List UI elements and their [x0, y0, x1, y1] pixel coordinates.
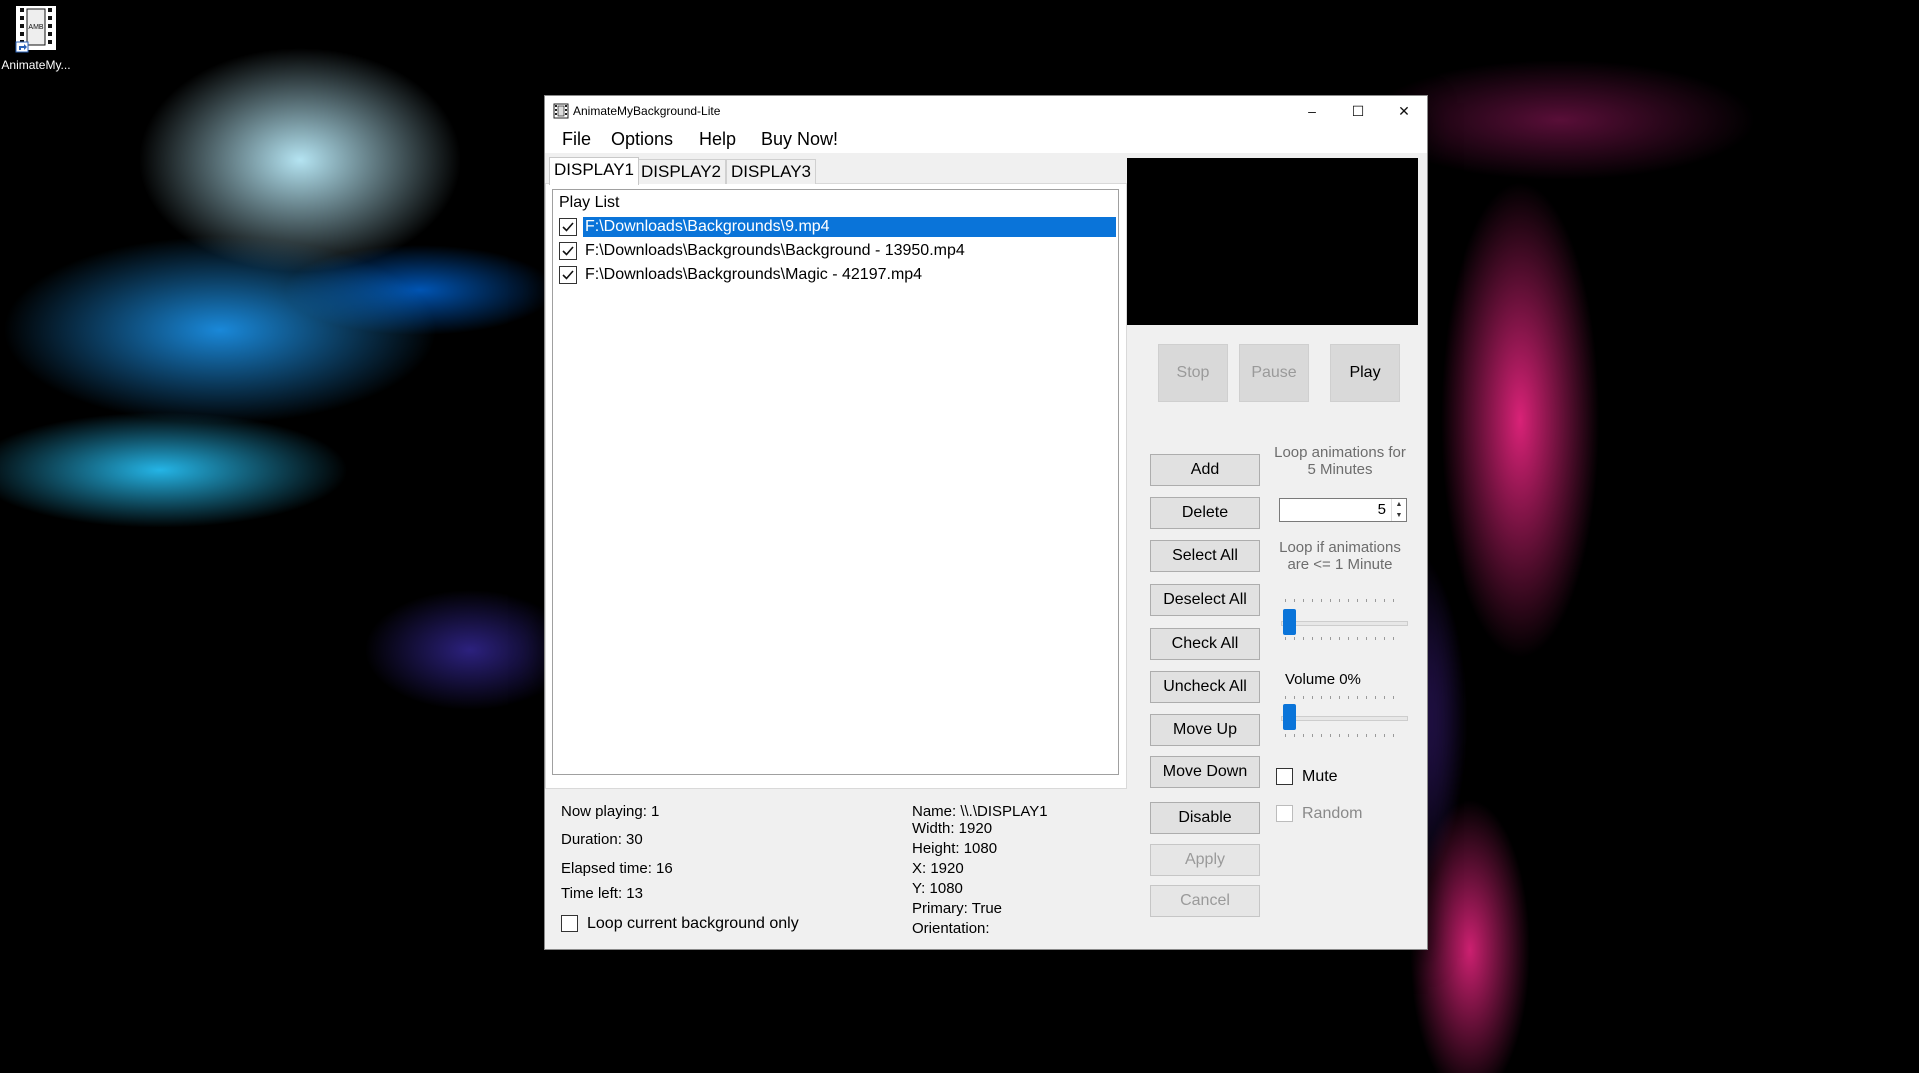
volume-slider[interactable] — [1281, 694, 1408, 744]
display-name-text: Name: \\.\DISPLAY1 — [912, 803, 1048, 820]
elapsed-time-text: Elapsed time: 16 — [561, 860, 673, 877]
tab-display3[interactable]: DISPLAY3 — [726, 159, 817, 184]
spin-arrows-icon[interactable]: ▲ ▼ — [1391, 499, 1406, 521]
loop-for-label-line1: Loop animations for — [1274, 444, 1406, 461]
loop-minutes-spinbox[interactable]: 5 ▲ ▼ — [1279, 498, 1407, 522]
loop-if-slider[interactable] — [1281, 599, 1408, 649]
time-left-text: Time left: 13 — [561, 885, 643, 902]
window-title: AnimateMyBackground-Lite — [573, 104, 721, 118]
check-all-button[interactable]: Check All — [1150, 628, 1260, 660]
slider-ticks — [1285, 637, 1401, 640]
uncheck-all-button[interactable]: Uncheck All — [1150, 671, 1260, 703]
display-primary-text: Primary: True — [912, 900, 1003, 917]
disable-button[interactable]: Disable — [1150, 802, 1260, 834]
playlist-row-checkbox[interactable] — [559, 242, 577, 260]
svg-text:AMB: AMB — [28, 24, 44, 31]
slider-ticks — [1285, 734, 1401, 737]
menu-bar: File Options Help Buy Now! — [545, 126, 1427, 153]
minimize-button[interactable]: – — [1289, 96, 1335, 126]
random-label[interactable]: Random — [1302, 805, 1362, 823]
stop-button[interactable]: Stop — [1158, 344, 1228, 402]
pause-button[interactable]: Pause — [1239, 344, 1309, 402]
maximize-button[interactable]: ☐ — [1335, 96, 1381, 126]
title-bar[interactable]: AnimateMyBackground-Lite – ☐ ✕ — [545, 96, 1427, 126]
loop-current-label[interactable]: Loop current background only — [587, 915, 799, 933]
loop-for-label: Loop animations for 5 Minutes — [1265, 444, 1415, 478]
app-window: AnimateMyBackground-Lite – ☐ ✕ File Opti… — [544, 95, 1428, 950]
playlist-row[interactable]: F:\Downloads\Backgrounds\9.mp4 — [557, 216, 1116, 238]
app-film-icon — [553, 103, 569, 119]
move-down-button[interactable]: Move Down — [1150, 756, 1260, 788]
mute-label[interactable]: Mute — [1302, 768, 1338, 786]
slider-ticks — [1285, 696, 1401, 699]
mute-checkbox[interactable] — [1276, 768, 1293, 785]
slider-ticks — [1285, 599, 1401, 602]
menu-options[interactable]: Options — [611, 129, 673, 150]
loop-for-label-line2: 5 Minutes — [1307, 461, 1373, 478]
loop-if-slider-thumb[interactable] — [1283, 609, 1296, 635]
play-button[interactable]: Play — [1330, 344, 1400, 402]
loop-minutes-value[interactable]: 5 — [1378, 501, 1386, 518]
desktop-icon-label: AnimateMy... — [1, 58, 71, 72]
video-preview — [1127, 158, 1418, 325]
display-orientation-text: Orientation: — [912, 920, 990, 937]
display-x-text: X: 1920 — [912, 860, 964, 877]
volume-slider-thumb[interactable] — [1283, 704, 1296, 730]
checkmark-icon — [562, 222, 574, 232]
delete-button[interactable]: Delete — [1150, 497, 1260, 529]
playlist-row-path: F:\Downloads\Backgrounds\Magic - 42197.m… — [585, 266, 923, 283]
loop-if-label-line1: Loop if animations — [1279, 539, 1401, 556]
now-playing-text: Now playing: 1 — [561, 803, 660, 820]
desktop-shortcut-animatemybackground[interactable]: AMB AnimateMy... — [0, 2, 72, 72]
maximize-icon: ☐ — [1351, 102, 1365, 119]
playlist-row[interactable]: F:\Downloads\Backgrounds\Background - 13… — [557, 240, 1116, 262]
film-strip-icon: AMB — [13, 4, 59, 54]
loop-if-label: Loop if animations are <= 1 Minute — [1265, 539, 1415, 573]
cancel-button[interactable]: Cancel — [1150, 885, 1260, 917]
display-width-text: Width: 1920 — [912, 820, 993, 837]
playlist-row-path: F:\Downloads\Backgrounds\Background - 13… — [585, 242, 965, 259]
duration-text: Duration: 30 — [561, 831, 643, 848]
playlist-row-checkbox[interactable] — [559, 218, 577, 236]
menu-buy-now[interactable]: Buy Now! — [761, 129, 838, 150]
menu-help[interactable]: Help — [699, 129, 736, 150]
add-button[interactable]: Add — [1150, 454, 1260, 486]
loop-current-checkbox[interactable] — [561, 915, 578, 932]
slider-track — [1281, 621, 1408, 626]
minimize-icon: – — [1308, 103, 1316, 119]
playlist-row-checkbox[interactable] — [559, 266, 577, 284]
playlist-header: Play List — [559, 194, 620, 211]
display-y-text: Y: 1080 — [912, 880, 963, 897]
menu-file[interactable]: File — [562, 129, 591, 150]
slider-track — [1281, 716, 1408, 721]
close-button[interactable]: ✕ — [1381, 96, 1427, 126]
close-icon: ✕ — [1398, 102, 1410, 119]
volume-label: Volume 0% — [1285, 671, 1361, 688]
playlist-row[interactable]: F:\Downloads\Backgrounds\Magic - 42197.m… — [557, 264, 1116, 286]
apply-button[interactable]: Apply — [1150, 844, 1260, 876]
random-checkbox[interactable] — [1276, 805, 1293, 822]
deselect-all-button[interactable]: Deselect All — [1150, 584, 1260, 616]
tab-display1[interactable]: DISPLAY1 — [549, 157, 640, 185]
playlist-row-path: F:\Downloads\Backgrounds\9.mp4 — [583, 217, 1116, 237]
tab-display2[interactable]: DISPLAY2 — [636, 159, 727, 184]
checkmark-icon — [562, 246, 574, 256]
checkmark-icon — [562, 270, 574, 280]
move-up-button[interactable]: Move Up — [1150, 714, 1260, 746]
playlist-listbox[interactable]: Play List F:\Downloads\Backgrounds\9.mp4… — [552, 189, 1119, 775]
display-height-text: Height: 1080 — [912, 840, 998, 857]
loop-if-label-line2: are <= 1 Minute — [1287, 556, 1393, 573]
select-all-button[interactable]: Select All — [1150, 540, 1260, 572]
